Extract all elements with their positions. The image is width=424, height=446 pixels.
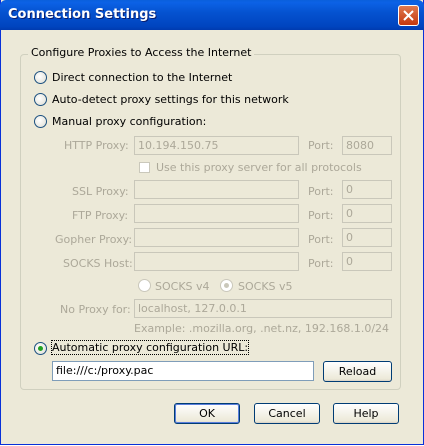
ssl-port-input[interactable]: 0: [342, 180, 392, 199]
ok-button[interactable]: OK: [174, 403, 240, 424]
radio-selected-dot: [38, 346, 43, 351]
socks-host-label: SOCKS Host:: [63, 257, 133, 270]
group-label: Configure Proxies to Access the Internet: [28, 46, 255, 59]
no-proxy-example: Example: .mozilla.org, .net.nz, 192.168.…: [134, 322, 390, 335]
socks-v5-label: SOCKS v5: [238, 280, 293, 293]
radio-socks-v4[interactable]: [138, 279, 151, 292]
gopher-port-input[interactable]: 0: [342, 228, 392, 247]
ftp-proxy-input[interactable]: [134, 204, 299, 223]
http-proxy-label: HTTP Proxy:: [64, 139, 129, 152]
use-same-proxy-checkbox[interactable]: [139, 162, 150, 173]
auto-url-input[interactable]: file:///c:/proxy.pac: [52, 361, 314, 381]
no-proxy-input[interactable]: localhost, 127.0.0.1: [134, 299, 392, 318]
gopher-proxy-label: Gopher Proxy:: [55, 233, 133, 246]
http-port-input[interactable]: 8080: [342, 136, 392, 155]
title-bar[interactable]: Connection Settings: [0, 0, 424, 30]
ftp-port-label: Port:: [308, 209, 334, 222]
gopher-proxy-input[interactable]: [134, 228, 299, 247]
radio-auto-url[interactable]: [34, 342, 47, 355]
close-button[interactable]: [398, 5, 419, 26]
ssl-proxy-label: SSL Proxy:: [72, 185, 129, 198]
ssl-proxy-input[interactable]: [134, 180, 299, 199]
ssl-port-label: Port:: [308, 185, 334, 198]
radio-auto-url-label[interactable]: Automatic proxy configuration URL:: [50, 340, 250, 355]
radio-direct-label[interactable]: Direct connection to the Internet: [52, 71, 232, 84]
socks-host-input[interactable]: [134, 252, 299, 271]
radio-selected-dot: [224, 283, 229, 288]
gopher-port-label: Port:: [308, 233, 334, 246]
radio-direct[interactable]: [34, 71, 47, 84]
use-same-proxy-label: Use this proxy server for all protocols: [156, 161, 362, 174]
socks-port-label: Port:: [308, 257, 334, 270]
close-icon: [403, 10, 414, 21]
ftp-port-input[interactable]: 0: [342, 204, 392, 223]
window-title: Connection Settings: [8, 7, 157, 22]
reload-button[interactable]: Reload: [323, 361, 392, 382]
http-proxy-input[interactable]: 10.194.150.75: [134, 136, 299, 155]
http-port-label: Port:: [308, 139, 334, 152]
ftp-proxy-label: FTP Proxy:: [72, 209, 129, 222]
no-proxy-label: No Proxy for:: [60, 303, 131, 316]
radio-autodetect[interactable]: [34, 93, 47, 106]
radio-manual-label[interactable]: Manual proxy configuration:: [52, 115, 206, 128]
radio-socks-v5[interactable]: [220, 279, 233, 292]
radio-manual[interactable]: [34, 115, 47, 128]
socks-port-input[interactable]: 0: [342, 252, 392, 271]
help-button[interactable]: Help: [333, 403, 399, 424]
cancel-button[interactable]: Cancel: [254, 403, 320, 424]
socks-v4-label: SOCKS v4: [155, 280, 210, 293]
radio-autodetect-label[interactable]: Auto-detect proxy settings for this netw…: [52, 93, 289, 106]
